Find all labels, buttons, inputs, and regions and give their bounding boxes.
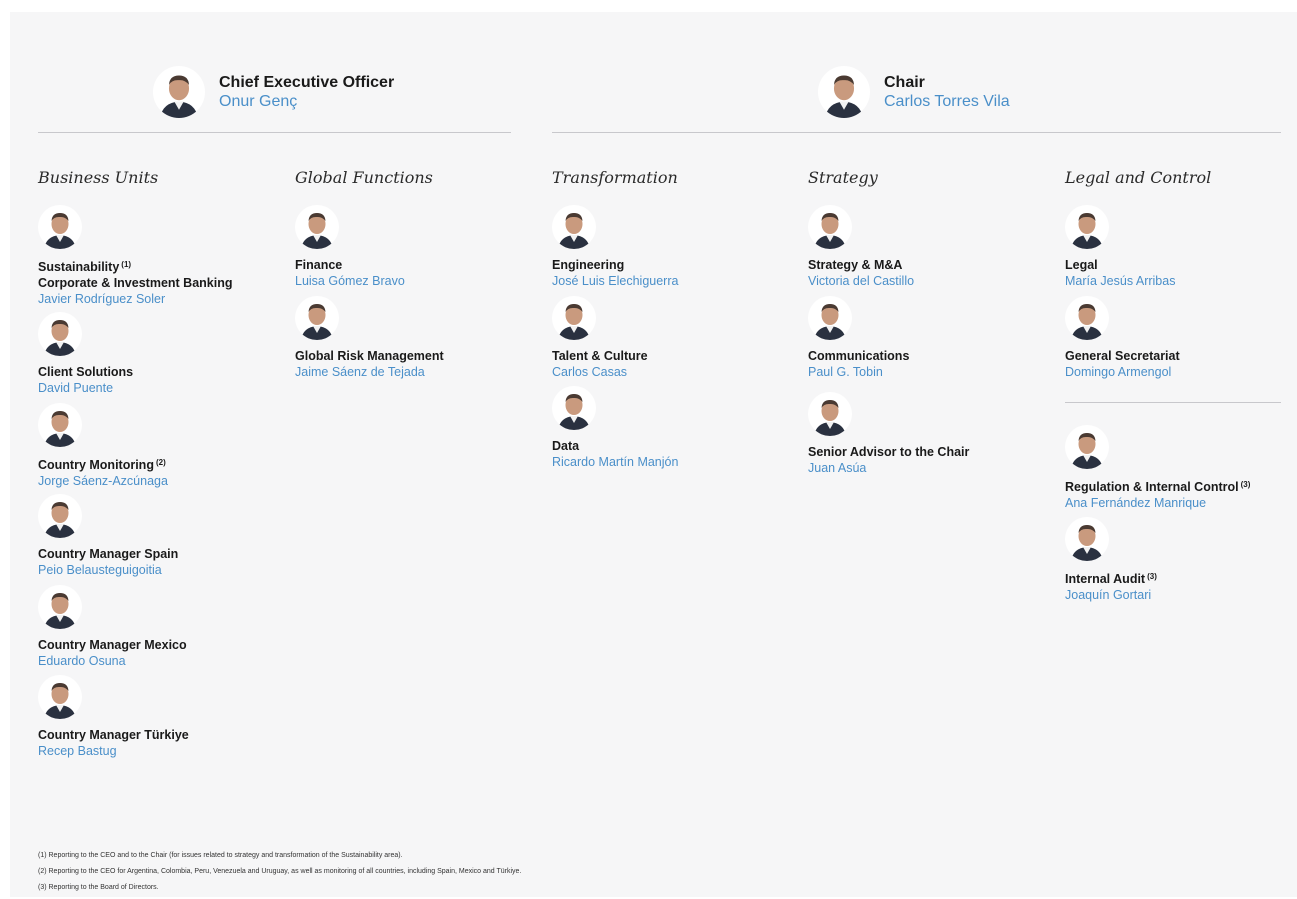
chair-photo — [818, 66, 870, 118]
chair-block: Chair Carlos Torres Vila — [818, 66, 1010, 118]
person-name[interactable]: Javier Rodríguez Soler — [38, 291, 278, 307]
footnote-2: (2) Reporting to the CEO for Argentina, … — [38, 868, 522, 875]
person-card: Internal Audit (3) Joaquín Gortari — [1065, 517, 1297, 603]
ceo-divider — [38, 132, 511, 133]
person-name[interactable]: Jorge Sáenz-Azcúnaga — [38, 473, 278, 489]
ceo-name[interactable]: Onur Genç — [219, 92, 394, 111]
person-name[interactable]: Luisa Gómez Bravo — [295, 273, 535, 289]
person-card: Country Monitoring (2) Jorge Sáenz-Azcúna… — [38, 403, 278, 489]
person-name[interactable]: María Jesús Arribas — [1065, 273, 1297, 289]
person-photo — [1065, 425, 1109, 469]
person-role: Finance — [295, 258, 343, 272]
person-photo — [295, 205, 339, 249]
person-photo — [38, 312, 82, 356]
person-role: Sustainability (1) — [38, 260, 132, 274]
person-role: Communications — [808, 349, 910, 363]
person-card: Country Manager Türkiye Recep Bastug — [38, 675, 278, 759]
person-name[interactable]: Joaquín Gortari — [1065, 587, 1297, 603]
chair-divider — [552, 132, 1281, 133]
person-photo — [808, 296, 852, 340]
person-name[interactable]: Carlos Casas — [552, 364, 792, 380]
person-card: Data Ricardo Martín Manjón — [552, 386, 792, 470]
person-card: General Secretariat Domingo Armengol — [1065, 296, 1297, 380]
person-role: Data — [552, 439, 580, 453]
person-photo — [1065, 296, 1109, 340]
person-role: General Secretariat — [1065, 349, 1180, 363]
person-role: Strategy & M&A — [808, 258, 903, 272]
person-role: Country Manager Mexico — [38, 638, 187, 652]
person-role: Internal Audit (3) — [1065, 572, 1157, 586]
person-name[interactable]: Peio Belausteguigoitia — [38, 562, 278, 578]
section-title-strategy: Strategy — [808, 168, 878, 187]
footnotes: (1) Reporting to the CEO and to the Chai… — [38, 848, 521, 896]
footnote-3: (3) Reporting to the Board of Directors. — [38, 884, 159, 891]
person-role: Global Risk Management — [295, 349, 444, 363]
org-chart: Chief Executive Officer Onur Genç Chair … — [10, 12, 1297, 897]
footnote-marker: (1) — [121, 260, 132, 269]
person-card: Global Risk Management Jaime Sáenz de Te… — [295, 296, 535, 380]
person-card: Country Manager Spain Peio Belausteguigo… — [38, 494, 278, 578]
ceo-role: Chief Executive Officer — [219, 74, 395, 91]
person-role: Senior Advisor to the Chair — [808, 445, 970, 459]
person-card: Regulation & Internal Control (3) Ana Fer… — [1065, 425, 1297, 511]
person-photo — [38, 494, 82, 538]
person-name[interactable]: David Puente — [38, 380, 278, 396]
person-photo — [552, 205, 596, 249]
person-card: Communications Paul G. Tobin — [808, 296, 1048, 380]
person-role: Client Solutions — [38, 365, 134, 379]
person-card: Talent & Culture Carlos Casas — [552, 296, 792, 380]
person-photo — [808, 392, 852, 436]
person-photo — [552, 296, 596, 340]
person-name[interactable]: Ricardo Martín Manjón — [552, 454, 792, 470]
footnote-marker: (2) — [155, 458, 166, 467]
person-photo — [38, 205, 82, 249]
person-photo — [808, 205, 852, 249]
person-card: Legal María Jesús Arribas — [1065, 205, 1297, 289]
ceo-block: Chief Executive Officer Onur Genç — [153, 66, 394, 118]
person-card: Client Solutions David Puente — [38, 312, 278, 396]
person-photo — [295, 296, 339, 340]
person-card: Finance Luisa Gómez Bravo — [295, 205, 535, 289]
chair-name[interactable]: Carlos Torres Vila — [884, 92, 1010, 111]
person-photo — [1065, 517, 1109, 561]
person-card: Engineering José Luis Elechiguerra — [552, 205, 792, 289]
person-role: Regulation & Internal Control (3) — [1065, 480, 1251, 494]
person-role: Corporate & Investment Banking — [38, 276, 233, 290]
person-role: Country Manager Türkiye — [38, 728, 189, 742]
person-role: Country Monitoring (2) — [38, 458, 166, 472]
person-role: Talent & Culture — [552, 349, 648, 363]
section-title-global-functions: Global Functions — [295, 168, 433, 187]
person-role: Country Manager Spain — [38, 547, 179, 561]
ceo-photo — [153, 66, 205, 118]
legal-control-divider — [1065, 402, 1281, 403]
chair-role: Chair — [884, 74, 925, 91]
person-name[interactable]: Paul G. Tobin — [808, 364, 1048, 380]
person-card: Strategy & M&A Victoria del Castillo — [808, 205, 1048, 289]
person-name[interactable]: Juan Asúa — [808, 460, 1048, 476]
footnote-marker: (3) — [1147, 572, 1157, 581]
person-name[interactable]: Ana Fernández Manrique — [1065, 495, 1297, 511]
person-card: Sustainability (1) Corporate & Investment… — [38, 205, 278, 307]
person-name[interactable]: Eduardo Osuna — [38, 653, 278, 669]
person-photo — [552, 386, 596, 430]
person-photo — [38, 403, 82, 447]
person-role: Legal — [1065, 258, 1098, 272]
person-name[interactable]: Domingo Armengol — [1065, 364, 1297, 380]
person-name[interactable]: Recep Bastug — [38, 743, 278, 759]
section-title-legal-control: Legal and Control — [1065, 168, 1212, 187]
person-name[interactable]: Victoria del Castillo — [808, 273, 1048, 289]
footnote-marker: (3) — [1240, 480, 1251, 489]
person-photo — [1065, 205, 1109, 249]
section-title-business-units: Business Units — [38, 168, 159, 187]
section-title-transformation: Transformation — [552, 168, 678, 187]
person-card: Country Manager Mexico Eduardo Osuna — [38, 585, 278, 669]
person-name[interactable]: Jaime Sáenz de Tejada — [295, 364, 535, 380]
footnote-1: (1) Reporting to the CEO and to the Chai… — [38, 852, 403, 859]
person-name[interactable]: José Luis Elechiguerra — [552, 273, 792, 289]
person-role: Engineering — [552, 258, 625, 272]
person-photo — [38, 585, 82, 629]
person-card: Senior Advisor to the Chair Juan Asúa — [808, 392, 1048, 476]
person-photo — [38, 675, 82, 719]
